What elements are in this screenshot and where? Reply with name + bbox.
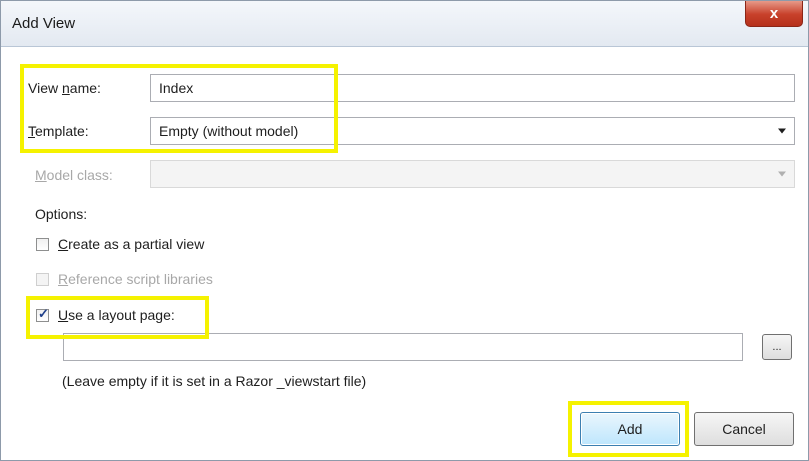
chevron-down-icon bbox=[778, 171, 786, 177]
options-label: Options: bbox=[35, 206, 88, 222]
partial-view-label: Create as a partial view bbox=[58, 236, 205, 252]
template-label: Template: bbox=[28, 123, 89, 139]
template-value: Empty (without model) bbox=[159, 123, 299, 139]
reference-scripts-label: Reference script libraries bbox=[58, 271, 213, 287]
title-bar: Add View x bbox=[0, 0, 809, 47]
dialog-title: Add View bbox=[12, 15, 76, 32]
checkmark-icon: ✓ bbox=[38, 306, 49, 321]
layout-hint: (Leave empty if it is set in a Razor _vi… bbox=[62, 373, 367, 389]
view-name-input[interactable]: Index bbox=[150, 74, 795, 102]
template-select[interactable]: Empty (without model) bbox=[150, 117, 795, 145]
model-class-label: Model class: bbox=[35, 167, 113, 183]
reference-scripts-checkbox[interactable] bbox=[36, 273, 49, 286]
browse-button[interactable]: ... bbox=[762, 334, 792, 360]
view-name-label: View name: bbox=[28, 80, 101, 96]
layout-page-label: Use a layout page: bbox=[58, 307, 175, 323]
view-name-value: Index bbox=[159, 80, 194, 96]
layout-page-input[interactable] bbox=[63, 333, 743, 361]
add-button[interactable]: Add bbox=[580, 412, 680, 446]
cancel-button[interactable]: Cancel bbox=[694, 412, 794, 446]
chevron-down-icon bbox=[778, 128, 786, 134]
partial-view-checkbox[interactable] bbox=[36, 238, 49, 251]
model-class-select[interactable] bbox=[150, 160, 795, 188]
close-button[interactable]: x bbox=[745, 0, 803, 27]
close-icon: x bbox=[769, 4, 779, 22]
layout-page-checkbox[interactable]: ✓ bbox=[36, 306, 49, 322]
